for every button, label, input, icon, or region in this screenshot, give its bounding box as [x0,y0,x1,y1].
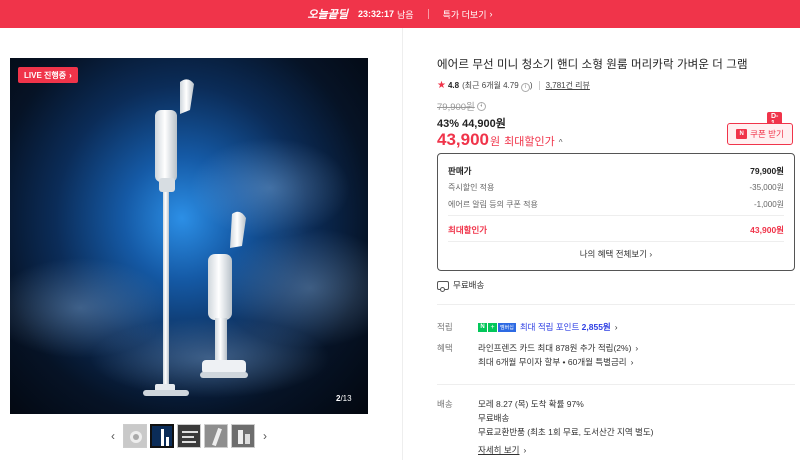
price-row-label: 에어르 알림 등의 쿠폰 적용 [448,200,538,209]
rating-divider [538,81,540,91]
live-badge-label: LIVE 진행중 [24,70,67,80]
vacuum-illustration [10,79,368,398]
info-icon[interactable]: i [476,101,486,111]
image-page-indicator: 2/13 [336,394,352,403]
section-divider [437,304,795,305]
my-benefits-link[interactable]: 나의 혜택 전체보기 › [438,248,794,260]
benefits-label: 혜택 [437,343,453,353]
price-row-max: 최대할인가 43,900원 [448,224,784,236]
price-row-value: 79,900원 [750,166,784,176]
review-count-link[interactable]: 3,781건 리뷰 [546,80,590,91]
truck-icon [437,280,449,292]
get-coupon-label: 쿠폰 받기 [750,129,784,139]
main-product-image[interactable] [10,58,368,414]
price-row-label: 최대할인가 [448,225,488,235]
price-row-coupon: 에어르 알림 등의 쿠폰 적용 -1,000원 [448,199,784,210]
installment-benefit-link[interactable]: 최대 6개월 무이자 할부 • 60개월 특별금리 › [478,356,633,368]
thumbnail-prev-button[interactable]: ‹ [106,424,120,448]
free-shipping-label: 무료배송 [453,280,485,290]
box-divider [448,215,784,216]
price-row-value: 43,900원 [750,225,784,235]
points-text: 최대 적립 포인트 2,855원 [519,322,611,332]
deal-timer-suffix: 남음 [397,9,414,20]
deal-timer: 23:32:17 [357,9,395,19]
live-badge[interactable]: LIVE 진행중 › [18,67,78,83]
thumbnail-2-image [152,426,172,446]
chevron-up-icon: ^ [558,138,563,147]
installment-benefit-text: 최대 6개월 무이자 할부 • 60개월 특별금리 [478,357,627,367]
thumbnail-strip: ‹ › [106,424,272,448]
npay-membership-icon: N + 멤버십 [478,322,516,332]
price-row-list: 판매가 79,900원 [448,165,784,177]
price-row-value: -35,000원 [749,183,785,192]
thumbnail-1-image [124,425,146,447]
product-info: 에어르 무선 미니 청소기 핸디 소형 원룸 머리카락 가벼운 더 그램 [437,56,795,72]
banner-divider [427,9,429,19]
points-link[interactable]: N + 멤버십 최대 적립 포인트 2,855원 › [478,321,618,333]
thumbnail-2[interactable] [150,424,174,448]
product-title: 에어르 무선 미니 청소기 핸디 소형 원룸 머리카락 가벼운 더 그램 [437,59,748,71]
chevron-right-icon: › [614,322,618,332]
deal-banner: 오늘끝딜 23:32:17 남음 특가 더보기 › [0,0,800,28]
price-row-value: -1,000원 [753,200,784,209]
naver-coupon-icon: N [736,129,748,139]
thumbnail-5[interactable] [231,424,255,448]
original-price: 79,900원 i [437,99,486,113]
max-price-label: 최대할인가 [504,136,555,148]
thumbnail-3-image [178,425,200,447]
chevron-right-icon: › [649,249,653,259]
sale-price-line: 43% 44,900원 [437,118,506,130]
price-row-label: 판매가 [448,166,472,176]
info-icon[interactable]: i [520,82,530,92]
price-row-label: 즉시할인 적용 [448,183,495,192]
chevron-right-icon: › [69,70,72,80]
section-divider [437,384,795,385]
max-discount-price[interactable]: 43,900 원 최대할인가 ^ [437,130,563,150]
thumbnail-4-image [205,425,227,447]
box-divider [448,241,784,242]
delivery-eta: 모레 8.27 (목) 도착 확률 97% [478,399,584,409]
rating-score: 4.8 [447,81,460,91]
delivery-fee: 무료배송 [478,413,510,423]
rating-row: ★ 4.8 (최근 6개월 4.79 i) 3,781건 리뷰 [437,80,590,92]
free-shipping-badge: 무료배송 [437,279,485,292]
thumbnail-next-button[interactable]: › [258,424,272,448]
chevron-right-icon: › [523,445,527,455]
chevron-right-icon: › [489,9,493,19]
chevron-right-icon: › [630,357,634,367]
rating-recent: (최근 6개월 4.79 i) [462,81,533,92]
more-deals-link[interactable]: 특가 더보기 › [443,8,493,21]
thumbnail-5-image [232,425,254,447]
price-breakdown-box: 판매가 79,900원 즉시할인 적용 -35,000원 에어르 알림 등의 쿠… [437,153,795,271]
my-benefits-label: 나의 혜택 전체보기 [579,249,648,259]
image-page-total: /13 [340,394,352,403]
delivery-detail-link[interactable]: 자세히 보기 › [478,444,526,456]
price-row-instant: 즉시할인 적용 -35,000원 [448,182,784,193]
more-deals-label: 특가 더보기 [442,9,487,20]
get-coupon-button[interactable]: N 쿠폰 받기 [727,123,793,145]
thumbnail-4[interactable] [204,424,228,448]
thumbnail-3[interactable] [177,424,201,448]
card-benefit-text: 라인프렌즈 카드 최대 878원 추가 적립(2%) [478,343,632,353]
max-price-value: 43,900 [437,130,489,149]
thumbnail-1[interactable] [123,424,147,448]
chevron-right-icon: › [635,343,639,353]
original-price-value: 79,900원 [437,102,475,113]
deal-badge: 오늘끝딜 [307,9,348,21]
star-icon: ★ [437,80,446,92]
delivery-return-policy: 무료교환반품 (최초 1회 무료, 도서산간 지역 별도) [478,427,654,437]
max-price-unit: 원 [490,136,501,148]
points-label: 적립 [437,322,453,332]
column-divider [402,28,403,460]
card-benefit-link[interactable]: 라인프렌즈 카드 최대 878원 추가 적립(2%) › [478,342,638,354]
delivery-detail-label: 자세히 보기 [478,445,520,455]
delivery-label: 배송 [437,399,453,409]
